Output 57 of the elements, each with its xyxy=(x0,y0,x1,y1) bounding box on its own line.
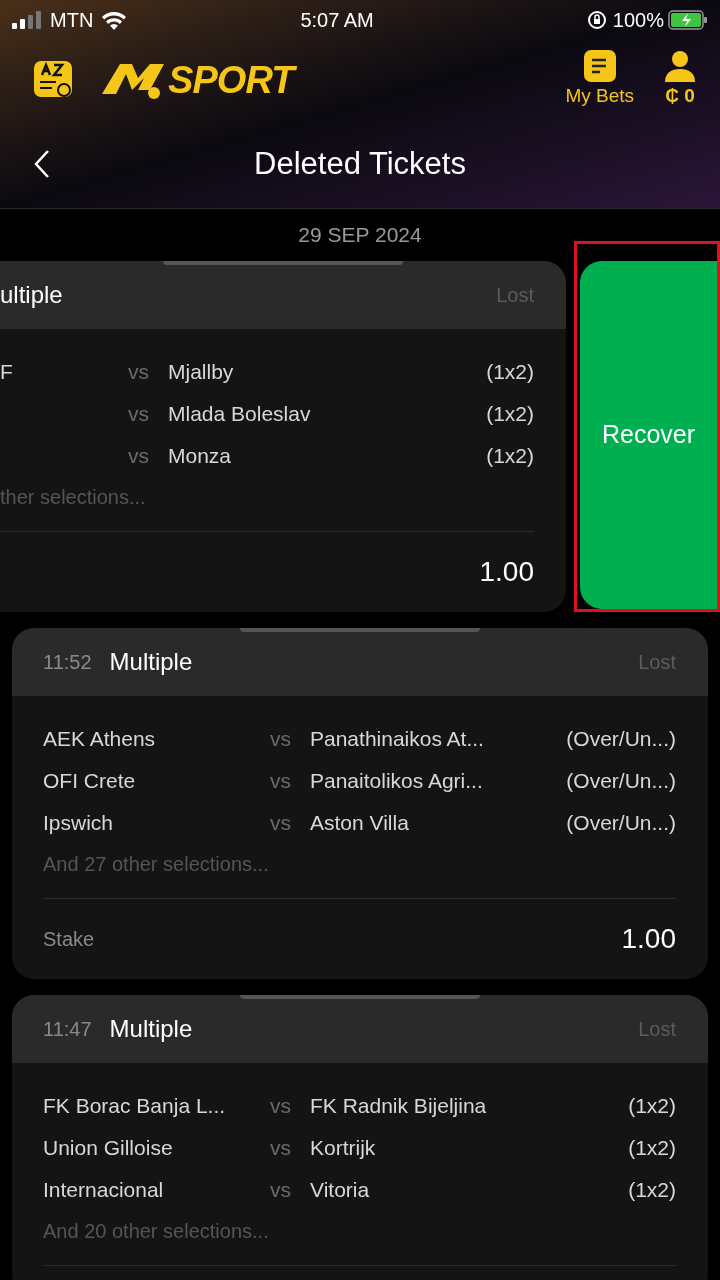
market-label: (1x2) xyxy=(486,443,534,470)
vs-label: vs xyxy=(128,443,150,470)
market-label: (Over/Un...) xyxy=(566,768,676,795)
vs-label: vs xyxy=(270,1177,292,1204)
home-team: Ipswich xyxy=(43,811,114,835)
page-title: Deleted Tickets xyxy=(253,144,467,183)
home-team: FK Borac Banja L... xyxy=(43,1094,226,1118)
vs-label: vs xyxy=(128,359,150,386)
market-label: (1x2) xyxy=(486,359,534,386)
home-team: Union Gilloise xyxy=(43,1136,173,1160)
vs-label: vs xyxy=(270,1135,292,1162)
stake-amount: 1.00 xyxy=(621,922,676,956)
market-label: (1x2) xyxy=(486,401,534,428)
home-team: AEK Athens xyxy=(43,727,156,751)
signal-icon xyxy=(12,11,42,29)
market-label: (1x2) xyxy=(628,1135,676,1162)
away-team: Kortrijk xyxy=(310,1135,377,1162)
away-team: Mjallby xyxy=(168,359,235,386)
account-button[interactable]: ₵ 0 xyxy=(664,49,696,111)
clock-time: 5:07 AM xyxy=(299,8,375,33)
user-icon xyxy=(664,49,696,82)
ticket-time: 11:47 xyxy=(43,1017,92,1042)
my-bets-button[interactable]: My Bets xyxy=(565,49,634,111)
away-team: Aston Villa xyxy=(310,810,410,837)
stake-amount: 1.00 xyxy=(479,555,534,589)
carrier-label: MTN xyxy=(50,8,94,33)
away-team: Monza xyxy=(168,443,233,470)
ticket-type: Multiple xyxy=(109,1014,193,1044)
ticket-time: 11:52 xyxy=(43,650,92,675)
away-team: Vitoria xyxy=(310,1177,371,1204)
wifi-icon xyxy=(101,10,128,30)
market-label: (Over/Un...) xyxy=(566,810,676,837)
away-team: Mlada Boleslav xyxy=(168,401,312,428)
vs-label: vs xyxy=(128,401,150,428)
vs-label: vs xyxy=(270,1093,292,1120)
rotation-lock-icon xyxy=(586,10,607,30)
market-label: (1x2) xyxy=(628,1177,676,1204)
vs-label: vs xyxy=(270,726,292,753)
battery-percent: 100% xyxy=(612,8,664,33)
ticket-type: Multiple xyxy=(109,647,193,677)
home-team: OFI Crete xyxy=(43,769,136,793)
date-header: 29 SEP 2024 xyxy=(298,222,422,249)
away-team: Panathinaikos At... xyxy=(310,726,485,753)
vs-label: vs xyxy=(270,768,292,795)
home-team: Internacional xyxy=(43,1178,164,1202)
vs-label: vs xyxy=(270,810,292,837)
market-label: (1x2) xyxy=(628,1093,676,1120)
bet-slip-icon xyxy=(583,49,616,82)
home-team: F xyxy=(0,360,13,384)
market-label: (Over/Un...) xyxy=(566,726,676,753)
away-team: FK Radnik Bijeljina xyxy=(310,1093,488,1120)
ticket-type: ultiple xyxy=(0,280,63,310)
a-z-search-icon[interactable] xyxy=(34,61,74,99)
battery-icon xyxy=(668,10,708,30)
away-team: Panaitolikos Agri... xyxy=(310,768,484,795)
back-icon[interactable] xyxy=(34,149,50,179)
stake-label: Stake xyxy=(43,927,95,952)
